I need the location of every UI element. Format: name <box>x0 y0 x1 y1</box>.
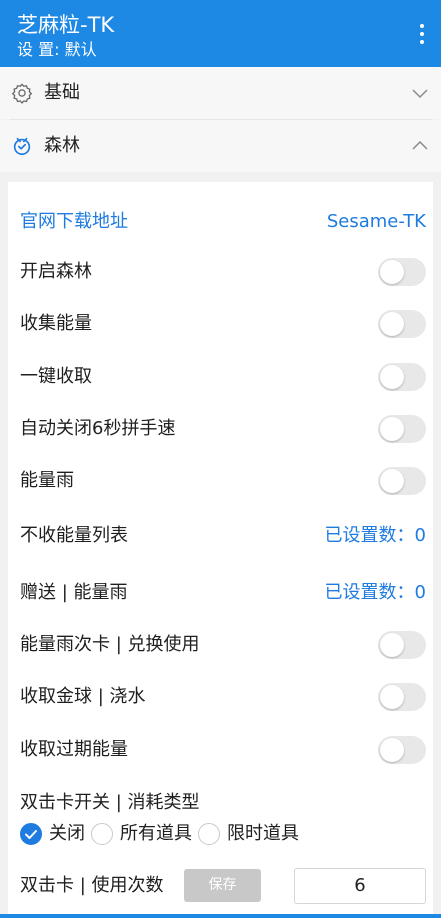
chevron-up-icon <box>412 140 428 150</box>
setting-row: 自动关闭6秒拼手速 <box>8 409 433 449</box>
setting-label: 收取过期能量 <box>20 739 128 760</box>
toggle-switch[interactable] <box>378 363 426 391</box>
toggle-switch[interactable] <box>378 683 426 711</box>
section-basic-label: 基础 <box>44 82 80 103</box>
radio-option-all-items[interactable]: 所有道具 <box>91 821 192 847</box>
list-label: 赠送 | 能量雨 <box>20 582 128 603</box>
forest-settings-panel: 官网下载地址 Sesame-TK 开启森林 收集能量 一键收取 自动关闭6秒拼手… <box>8 182 433 918</box>
setting-row: 收取过期能量 <box>8 730 433 770</box>
download-row: 官网下载地址 Sesame-TK <box>8 202 433 242</box>
section-forest-label: 森林 <box>44 135 80 156</box>
setting-row: 能量雨 <box>8 461 433 501</box>
setting-row: 开启森林 <box>8 252 433 292</box>
app-subtitle: 设 置: 默认 <box>17 40 97 59</box>
setting-row: 能量雨次卡 | 兑换使用 <box>8 625 433 665</box>
double-card-row: 双击卡开关 | 消耗类型 <box>8 783 433 823</box>
radio-unchecked-icon <box>198 823 220 845</box>
setting-row: 收集能量 <box>8 304 433 344</box>
setting-label: 收集能量 <box>20 313 92 334</box>
app-title: 芝麻粒-TK <box>17 13 115 37</box>
radio-unchecked-icon <box>91 823 113 845</box>
download-label[interactable]: 官网下载地址 <box>20 209 128 235</box>
list-label: 不收能量列表 <box>20 525 128 546</box>
gear-icon <box>12 83 32 104</box>
toggle-switch[interactable] <box>378 467 426 495</box>
toggle-switch[interactable] <box>378 631 426 659</box>
list-row[interactable]: 赠送 | 能量雨 已设置数：0 <box>8 573 433 613</box>
setting-label: 自动关闭6秒拼手速 <box>20 418 176 439</box>
setting-row: 一键收取 <box>8 357 433 397</box>
chevron-down-icon <box>412 89 428 99</box>
toggle-switch[interactable] <box>378 415 426 443</box>
section-basic[interactable]: 基础 <box>0 67 441 119</box>
setting-label: 能量雨 <box>20 470 74 491</box>
setting-row: 收取金球 | 浇水 <box>8 677 433 717</box>
list-row[interactable]: 不收能量列表 已设置数：0 <box>8 516 433 556</box>
toggle-switch[interactable] <box>378 736 426 764</box>
radio-option-off[interactable]: 关闭 <box>20 821 85 847</box>
toggle-switch[interactable] <box>378 258 426 286</box>
radio-checked-icon <box>20 823 42 845</box>
app-bar: 芝麻粒-TK 设 置: 默认 <box>0 0 441 67</box>
section-forest[interactable]: 森林 <box>0 120 441 172</box>
radio-label: 所有道具 <box>120 823 192 844</box>
setting-label: 开启森林 <box>20 261 92 282</box>
list-count[interactable]: 已设置数：0 <box>325 523 426 549</box>
setting-label: 能量雨次卡 | 兑换使用 <box>20 634 200 655</box>
download-link[interactable]: Sesame-TK <box>327 209 426 235</box>
setting-label: 收取金球 | 浇水 <box>20 686 146 707</box>
forest-icon <box>13 137 31 156</box>
bottom-accent-bar <box>0 914 441 918</box>
double-count-label: 双击卡 | 使用次数 <box>20 875 164 896</box>
radio-option-limited-items[interactable]: 限时道具 <box>198 821 299 847</box>
save-button[interactable]: 保存 <box>184 869 261 902</box>
use-count-input[interactable]: 6 <box>294 868 426 904</box>
consume-type-radio-group: 关闭 所有道具 限时道具 <box>20 820 305 848</box>
overflow-menu-icon[interactable] <box>411 20 433 48</box>
double-card-label: 双击卡开关 | 消耗类型 <box>20 792 200 813</box>
toggle-switch[interactable] <box>378 310 426 338</box>
setting-label: 一键收取 <box>20 366 92 387</box>
radio-label: 限时道具 <box>227 823 299 844</box>
radio-label: 关闭 <box>49 823 85 844</box>
list-count[interactable]: 已设置数：0 <box>325 580 426 606</box>
